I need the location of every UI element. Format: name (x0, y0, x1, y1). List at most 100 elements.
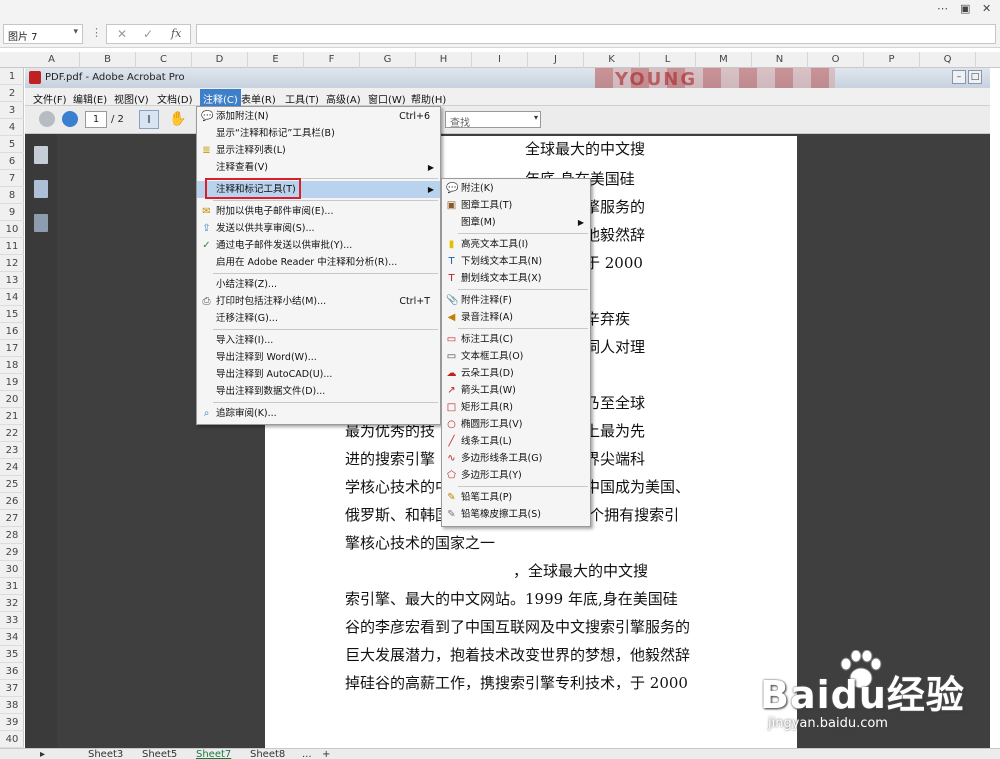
minimize-icon[interactable]: – (952, 70, 966, 84)
column-header[interactable]: M (696, 52, 752, 68)
menu-item[interactable]: 启用在 Adobe Reader 中注释和分析(R)... (197, 254, 440, 271)
menu-item[interactable]: 导入注释(I)... (197, 332, 440, 349)
formula-input[interactable] (196, 24, 996, 44)
row-header[interactable]: 33 (0, 612, 24, 629)
menu-7[interactable]: 工具(T) (285, 91, 319, 106)
menu-item[interactable]: T 删划线文本工具(X) (442, 270, 590, 287)
row-header[interactable]: 24 (0, 459, 24, 476)
previous-page-icon[interactable] (39, 111, 55, 127)
row-header[interactable]: 7 (0, 170, 24, 187)
row-header[interactable]: 36 (0, 663, 24, 680)
signatures-icon[interactable] (34, 214, 48, 232)
menu-item[interactable]: ╱ 线条工具(L) (442, 433, 590, 450)
menu-item[interactable]: 导出注释到数据文件(D)... (197, 383, 440, 400)
column-header[interactable]: O (808, 52, 864, 68)
menu-8[interactable]: 高级(A) (326, 91, 361, 106)
row-header[interactable]: 28 (0, 527, 24, 544)
row-header[interactable]: 32 (0, 595, 24, 612)
row-header[interactable]: 35 (0, 646, 24, 663)
add-sheet-button[interactable]: + (322, 749, 330, 759)
sheet-tab[interactable]: Sheet7 (196, 749, 231, 759)
menu-item[interactable]: ✎ 铅笔橡皮擦工具(S) (442, 506, 590, 523)
row-header[interactable]: 19 (0, 374, 24, 391)
menu-item[interactable]: ○ 椭圆形工具(V) (442, 416, 590, 433)
menu-item[interactable]: ✉ 附加以供电子邮件审阅(E)... (197, 203, 440, 220)
row-header[interactable]: 6 (0, 153, 24, 170)
menu-item[interactable]: 导出注释到 AutoCAD(U)... (197, 366, 440, 383)
column-header[interactable]: K (584, 52, 640, 68)
row-header[interactable]: 11 (0, 238, 24, 255)
row-header[interactable]: 3 (0, 102, 24, 119)
menu-item[interactable]: 注释查看(V) ▶ (197, 159, 440, 176)
menu-item[interactable]: ≣ 显示注释列表(L) (197, 142, 440, 159)
row-header[interactable]: 40 (0, 731, 24, 748)
row-header[interactable]: 16 (0, 323, 24, 340)
menu-1[interactable]: 文件(F) (33, 91, 67, 106)
menu-item[interactable]: ∿ 多边形线条工具(G) (442, 450, 590, 467)
column-header[interactable]: L (640, 52, 696, 68)
row-header[interactable]: 25 (0, 476, 24, 493)
row-header[interactable]: 18 (0, 357, 24, 374)
sheet-tab[interactable]: Sheet8 (250, 749, 285, 759)
page-number-input[interactable]: 1 (85, 111, 107, 128)
menu-item[interactable]: ⌕ 追踪审阅(K)... (197, 405, 440, 422)
menu-3[interactable]: 视图(V) (114, 91, 149, 106)
column-header[interactable]: D (192, 52, 248, 68)
column-header[interactable]: N (752, 52, 808, 68)
row-header[interactable]: 8 (0, 187, 24, 204)
sheet-tab[interactable]: Sheet3 (88, 749, 123, 759)
more-sheets-button[interactable]: ... (302, 749, 312, 759)
row-header[interactable]: 13 (0, 272, 24, 289)
more-icon[interactable]: ⋯ (937, 2, 948, 15)
menu-2[interactable]: 编辑(E) (73, 91, 107, 106)
menu-item[interactable]: ↗ 箭头工具(W) (442, 382, 590, 399)
row-header[interactable]: 14 (0, 289, 24, 306)
select-tool-icon[interactable]: I (139, 110, 159, 129)
bookmarks-icon[interactable] (34, 180, 48, 198)
row-header[interactable]: 21 (0, 408, 24, 425)
menu-item[interactable]: T 下划线文本工具(N) (442, 253, 590, 270)
scroll-tabs-icon[interactable]: ▸ (40, 749, 45, 759)
menu-item[interactable]: 导出注释到 Word(W)... (197, 349, 440, 366)
row-header[interactable]: 23 (0, 442, 24, 459)
menu-item[interactable]: ▣ 图章工具(T) (442, 197, 590, 214)
row-header[interactable]: 17 (0, 340, 24, 357)
column-header[interactable]: Q (920, 52, 976, 68)
cancel-icon[interactable]: ✕ (117, 27, 127, 41)
menu-item[interactable]: ▭ 标注工具(C) (442, 331, 590, 348)
confirm-icon[interactable]: ✓ (143, 27, 153, 41)
menu-10[interactable]: 帮助(H) (411, 91, 446, 106)
chevron-down-icon[interactable]: ▾ (534, 113, 538, 122)
row-header[interactable]: 29 (0, 544, 24, 561)
menu-item[interactable]: 迁移注释(G)... (197, 310, 440, 327)
column-header[interactable]: F (304, 52, 360, 68)
close-icon[interactable]: ✕ (982, 2, 991, 15)
next-page-icon[interactable] (62, 111, 78, 127)
column-header[interactable]: H (416, 52, 472, 68)
row-header[interactable]: 26 (0, 493, 24, 510)
hand-tool-icon[interactable]: ✋ (169, 111, 186, 127)
menu-item[interactable]: ✓ 通过电子邮件发送以供审批(Y)... (197, 237, 440, 254)
column-header[interactable]: C (136, 52, 192, 68)
menu-item[interactable]: ▮ 高亮文本工具(I) (442, 236, 590, 253)
maximize-icon[interactable]: □ (968, 70, 982, 84)
menu-9[interactable]: 窗口(W) (368, 91, 406, 106)
row-header[interactable]: 30 (0, 561, 24, 578)
pages-icon[interactable] (34, 146, 48, 164)
menu-item[interactable]: 小结注释(Z)... (197, 276, 440, 293)
row-header[interactable]: 27 (0, 510, 24, 527)
menu-item[interactable]: □ 矩形工具(R) (442, 399, 590, 416)
row-header[interactable]: 37 (0, 680, 24, 697)
row-header[interactable]: 34 (0, 629, 24, 646)
row-header[interactable]: 1 (0, 68, 24, 85)
column-header[interactable]: E (248, 52, 304, 68)
row-header[interactable]: 4 (0, 119, 24, 136)
menu-item[interactable]: ☁ 云朵工具(D) (442, 365, 590, 382)
column-header[interactable]: B (80, 52, 136, 68)
row-header[interactable]: 39 (0, 714, 24, 731)
menu-item[interactable]: ✎ 铅笔工具(P) (442, 489, 590, 506)
column-header[interactable]: J (528, 52, 584, 68)
menu-item[interactable]: ▭ 文本框工具(O) (442, 348, 590, 365)
menu-item[interactable]: 💬 附注(K) (442, 180, 590, 197)
column-header[interactable]: G (360, 52, 416, 68)
